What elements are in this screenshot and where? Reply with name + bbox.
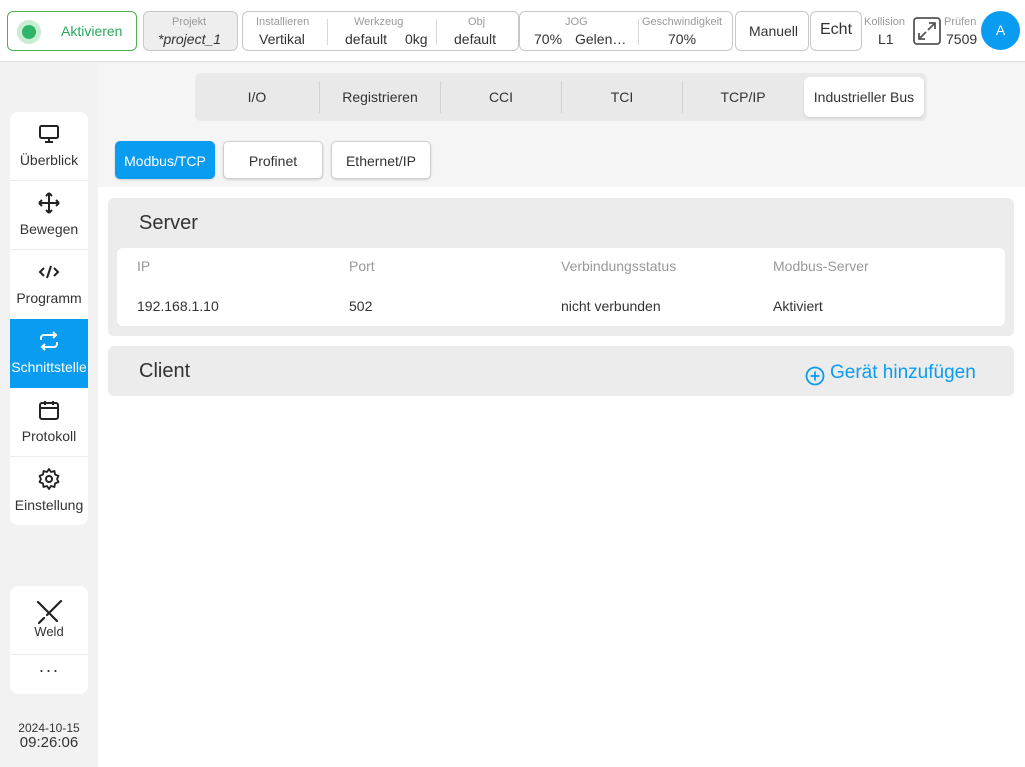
divider [327, 19, 328, 45]
collision-value: L1 [878, 31, 894, 47]
project-value: *project_1 [158, 31, 222, 47]
sidebar-item-label: Bewegen [19, 221, 79, 237]
tab-tci[interactable]: TCI [562, 73, 682, 121]
obj-caption: Obj [468, 16, 486, 28]
expand-icon[interactable] [913, 17, 941, 45]
collision-caption: Kollision [864, 16, 905, 28]
real-label: Echt [820, 21, 853, 38]
add-device-label: Gerät hinzufügen [830, 362, 976, 383]
install-value: Vertikal [259, 31, 305, 47]
jog-caption: JOG [565, 16, 588, 28]
install-tool-obj-panel[interactable]: Installieren Vertikal Werkzeug default 0… [242, 11, 519, 51]
monitor-icon [39, 125, 59, 143]
jog-mode: Gelen… [575, 31, 627, 47]
sidebar-item-settings[interactable]: Einstellung [10, 457, 88, 525]
cell-connection-status: nicht verbunden [561, 298, 661, 314]
activate-button[interactable]: Aktivieren [7, 11, 137, 51]
tab-industrial-bus[interactable]: Industrieller Bus [804, 77, 924, 117]
add-circle-icon [805, 366, 825, 386]
more-button[interactable]: ··· [10, 655, 88, 694]
install-caption: Installieren [256, 16, 310, 28]
repeat-icon [40, 331, 58, 351]
sidebar-item-move[interactable]: Bewegen [10, 181, 88, 250]
tool-caption: Werkzeug [354, 16, 404, 28]
tab-tcpip[interactable]: TCP/IP [683, 73, 803, 121]
sidebar-item-log[interactable]: Protokoll [10, 388, 88, 457]
sidebar-item-label: Programm [16, 290, 82, 306]
subtab-profinet[interactable]: Profinet [223, 141, 323, 179]
manual-mode-button[interactable]: Manuell [735, 11, 809, 51]
move-icon [38, 192, 60, 214]
calendar-icon [39, 401, 59, 420]
sidebar-item-label: Schnittstelle [11, 359, 87, 375]
jog-speed-panel[interactable]: JOG 70% Gelen… Geschwindigkeit 70% [519, 11, 733, 51]
time-display: 09:26:06 [19, 734, 79, 751]
cell-modbus-server: Aktiviert [773, 298, 823, 314]
cell-ip: 192.168.1.10 [137, 298, 219, 314]
subtab-modbus-tcp[interactable]: Modbus/TCP [115, 141, 215, 179]
top-bar: Aktivieren Projekt *project_1 Installier… [0, 0, 1025, 62]
real-mode-button[interactable]: Echt [810, 11, 862, 51]
sidebar-item-label: Einstellung [14, 497, 84, 513]
column-header-ip: IP [137, 258, 151, 274]
column-header-port: Port [349, 258, 375, 274]
sidebar-item-label: Überblick [19, 152, 79, 168]
sidebar-item-program[interactable]: Programm [10, 250, 88, 319]
subtab-ethernet-ip[interactable]: Ethernet/IP [331, 141, 431, 179]
cell-port: 502 [349, 298, 373, 314]
column-header-modbus-server: Modbus-Server [773, 258, 869, 274]
code-icon [38, 265, 60, 279]
weld-torch-icon [36, 599, 63, 625]
tab-io[interactable]: I/O [195, 73, 319, 121]
sidebar-item-label: Protokoll [21, 428, 77, 444]
sidebar-item-weld[interactable]: Weld [10, 586, 88, 654]
status-dot-icon [17, 20, 41, 44]
avatar[interactable]: A [981, 11, 1020, 50]
project-caption: Projekt [172, 16, 207, 28]
project-selector[interactable]: Projekt *project_1 [143, 11, 238, 51]
speed-value: 70% [668, 31, 697, 47]
client-title: Client [139, 360, 191, 382]
weld-label: Weld [34, 624, 64, 639]
tab-register[interactable]: Registrieren [320, 73, 440, 121]
divider [436, 19, 437, 45]
activate-label: Aktivieren [61, 23, 123, 39]
jog-value: 70% [534, 31, 563, 47]
collision-level[interactable]: Kollision L1 [864, 11, 910, 51]
gear-icon [38, 468, 60, 490]
sidebar-extra: Weld ··· [10, 586, 88, 694]
check-counter[interactable]: Prüfen 7509 [944, 11, 980, 51]
tool-value: default [345, 31, 388, 47]
check-caption: Prüfen [944, 16, 977, 28]
column-header-connection-status: Verbindungsstatus [561, 258, 677, 274]
server-title: Server [139, 212, 198, 234]
check-value: 7509 [946, 31, 978, 47]
server-table: IP Port Verbindungsstatus Modbus-Server … [117, 248, 1005, 326]
sidebar-item-interface[interactable]: Schnittstelle [10, 319, 88, 388]
tab-cci[interactable]: CCI [441, 73, 561, 121]
server-panel: Server IP Port Verbindungsstatus Modbus-… [108, 198, 1014, 336]
sidebar-nav: Überblick Bewegen Programm Schnittstelle… [10, 112, 88, 525]
divider [638, 19, 639, 45]
tool-weight: 0kg [405, 31, 428, 47]
sidebar-item-overview[interactable]: Überblick [10, 112, 88, 181]
speed-caption: Geschwindigkeit [642, 16, 723, 28]
obj-value: default [454, 31, 497, 47]
client-panel: Client Gerät hinzufügen [108, 346, 1014, 396]
manual-label: Manuell [749, 23, 799, 39]
interface-tabs: I/O Registrieren CCI TCI TCP/IP Industri… [195, 73, 927, 121]
date-display: 2024-10-15 [18, 721, 80, 735]
